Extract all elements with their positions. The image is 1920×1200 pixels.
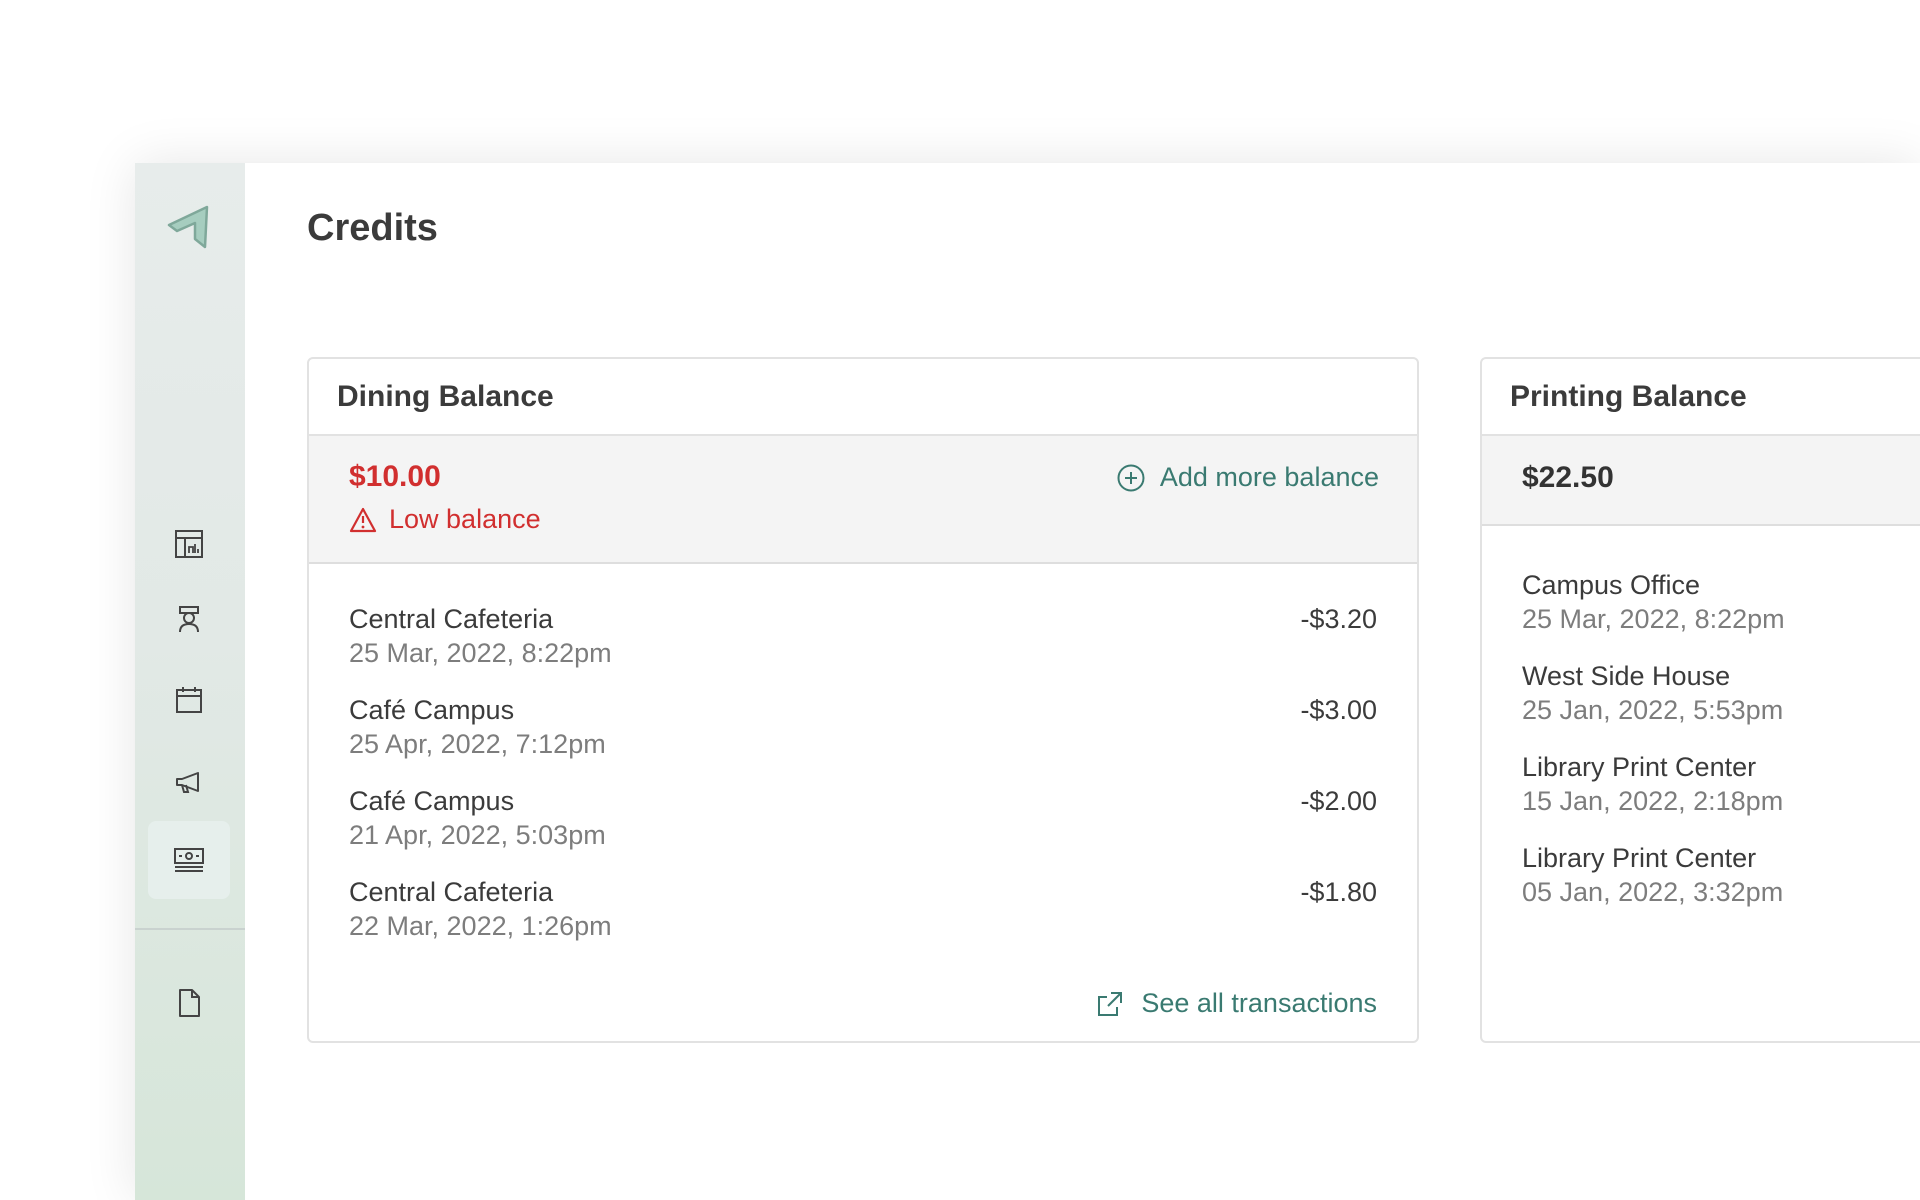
external-link-icon — [1098, 991, 1123, 1016]
transaction-location: Library Print Center — [1522, 752, 1757, 782]
transaction-date: 25 Mar, 2022, 8:22pm — [349, 638, 612, 668]
transaction-amount: -$3.20 — [1300, 604, 1377, 634]
document-icon — [179, 989, 200, 1017]
nav-item-calendar[interactable] — [148, 661, 230, 739]
add-more-balance-label: Add more balance — [1159, 462, 1379, 492]
printing-balance-amount: $22.50 — [1522, 461, 1614, 494]
dining-transaction-list: Central Cafeteria 25 Mar, 2022, 8:22pm -… — [309, 564, 1417, 966]
nav-item-dining[interactable] — [148, 579, 230, 657]
printing-balance-title: Printing Balance — [1482, 359, 1920, 436]
transaction-amount: -$3.00 — [1300, 695, 1377, 725]
sidebar — [135, 163, 245, 1200]
dashboard-chart-icon — [175, 530, 203, 558]
calendar-icon — [176, 687, 202, 713]
dining-balance-title: Dining Balance — [309, 359, 1417, 436]
app-logo-icon[interactable] — [163, 201, 217, 255]
sidebar-divider — [135, 928, 245, 930]
transaction-date: 15 Jan, 2022, 2:18pm — [1522, 786, 1784, 816]
dining-balance-panel: $10.00 Low balance Add more balance — [309, 436, 1417, 564]
chef-icon — [179, 606, 199, 633]
transaction-date: 22 Mar, 2022, 1:26pm — [349, 911, 612, 941]
printing-balance-card: Printing Balance $22.50 Campus Office 25… — [1480, 357, 1920, 1043]
money-icon — [174, 848, 204, 872]
transaction-row: Café Campus 21 Apr, 2022, 5:03pm -$2.00 — [309, 784, 1417, 875]
nav-item-dashboard[interactable] — [148, 505, 230, 583]
low-balance-label: Low balance — [389, 504, 541, 534]
low-balance-warning: Low balance — [349, 504, 541, 535]
transaction-row: Central Cafeteria 25 Mar, 2022, 8:22pm -… — [309, 602, 1417, 693]
transaction-date: 25 Mar, 2022, 8:22pm — [1522, 604, 1785, 634]
transaction-date: 21 Apr, 2022, 5:03pm — [349, 820, 606, 850]
transaction-merchant: Café Campus — [349, 786, 515, 816]
add-more-balance-button[interactable]: Add more balance — [1116, 462, 1379, 493]
see-all-transactions-link[interactable]: See all transactions — [1095, 988, 1377, 1019]
transaction-merchant: Central Cafeteria — [349, 877, 554, 907]
transaction-row: Library Print Center 05 Jan, 2022, 3:32p… — [1482, 841, 1920, 932]
plus-circle-icon — [1117, 464, 1145, 491]
transaction-location: Library Print Center — [1522, 843, 1757, 873]
app-window: Credits Dining Balance $10.00 Low balanc… — [135, 163, 1920, 1200]
transaction-location: Campus Office — [1522, 570, 1701, 600]
dining-balance-amount: $10.00 — [349, 460, 441, 493]
nav-item-documents[interactable] — [148, 964, 230, 1042]
transaction-row: Central Cafeteria 22 Mar, 2022, 1:26pm -… — [309, 875, 1417, 966]
transaction-date: 25 Jan, 2022, 5:53pm — [1522, 695, 1784, 725]
transaction-row: West Side House 25 Jan, 2022, 5:53pm — [1482, 659, 1920, 750]
transaction-row: Café Campus 25 Apr, 2022, 7:12pm -$3.00 — [309, 693, 1417, 784]
warning-triangle-icon — [349, 507, 377, 532]
nav-item-announcements[interactable] — [148, 743, 230, 821]
megaphone-icon — [176, 772, 199, 793]
transaction-amount: -$1.80 — [1300, 877, 1377, 907]
nav-item-credits[interactable] — [148, 821, 230, 899]
transaction-date: 25 Apr, 2022, 7:12pm — [349, 729, 606, 759]
transaction-merchant: Café Campus — [349, 695, 515, 725]
printing-balance-panel: $22.50 — [1482, 436, 1920, 526]
see-all-transactions-label: See all transactions — [1141, 988, 1377, 1018]
transaction-amount: -$2.00 — [1300, 786, 1377, 816]
printing-transaction-list: Campus Office 25 Mar, 2022, 8:22pm West … — [1482, 526, 1920, 932]
transaction-row: Library Print Center 15 Jan, 2022, 2:18p… — [1482, 750, 1920, 841]
dining-balance-card: Dining Balance $10.00 Low balance Add mo… — [307, 357, 1419, 1043]
transaction-location: West Side House — [1522, 661, 1731, 691]
transaction-row: Campus Office 25 Mar, 2022, 8:22pm — [1482, 568, 1920, 659]
page-title: Credits — [307, 207, 438, 249]
transaction-merchant: Central Cafeteria — [349, 604, 554, 634]
main-content: Credits Dining Balance $10.00 Low balanc… — [245, 163, 1920, 1200]
transaction-date: 05 Jan, 2022, 3:32pm — [1522, 877, 1784, 907]
